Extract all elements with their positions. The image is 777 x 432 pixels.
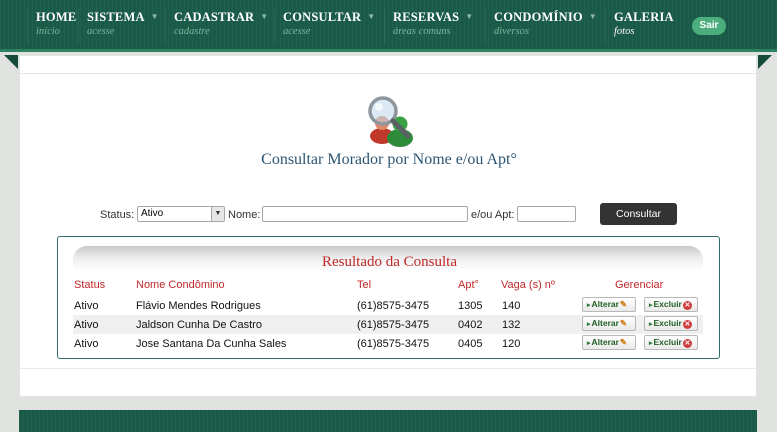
delete-x-icon: ✕	[682, 301, 692, 310]
delete-button-label: Excluir	[653, 318, 682, 328]
nav-home-subtitle: início	[36, 26, 60, 37]
cell-vaga: 120	[502, 338, 521, 350]
nav-home[interactable]: HOME início	[27, 9, 76, 43]
edit-button[interactable]: ▸Alterar✎	[582, 297, 636, 312]
cell-status: Ativo	[74, 319, 99, 331]
nav-consultar[interactable]: CONSULTAR ▼ acesse	[274, 9, 375, 43]
caret-down-icon: ▼	[367, 12, 376, 21]
table-row: Ativo Jose Santana Da Cunha Sales (61)85…	[73, 334, 703, 353]
name-label: Nome:	[228, 209, 261, 221]
cell-apt: 0405	[458, 338, 483, 350]
nav-condominio-title: CONDOMÍNIO	[494, 10, 583, 24]
delete-button-label: Excluir	[653, 337, 682, 347]
cell-name: Jaldson Cunha De Castro	[136, 319, 262, 331]
name-input[interactable]	[262, 206, 468, 222]
ribbon-fold-left	[4, 55, 18, 69]
top-navigation: HOME início SISTEMA ▼ acesse CADASTRAR ▼ c…	[0, 0, 777, 52]
status-label: Status:	[100, 209, 135, 221]
delete-x-icon: ✕	[682, 339, 692, 348]
edit-button[interactable]: ▸Alterar✎	[582, 335, 636, 350]
nav-condominio[interactable]: CONDOMÍNIO ▼ diversos	[485, 9, 597, 43]
nav-sistema-title: SISTEMA	[87, 10, 145, 24]
col-header-vaga: Vaga (s) nº	[501, 279, 555, 291]
content-panel: Consultar Morador por Nome e/ou Apt° Sta…	[19, 55, 757, 397]
nav-reservas-subtitle: áreas comuns	[393, 26, 451, 37]
nav-consultar-title: CONSULTAR	[283, 10, 362, 24]
arrow-right-icon: ▸	[587, 302, 591, 309]
delete-button[interactable]: ▸Excluir ✕	[644, 335, 698, 350]
cell-name: Jose Santana Da Cunha Sales	[136, 338, 287, 350]
delete-x-icon: ✕	[682, 320, 692, 329]
nav-reservas[interactable]: RESERVAS ▼ áreas comuns	[384, 9, 473, 43]
cell-apt: 0402	[458, 319, 483, 331]
pencil-icon: ✎	[619, 337, 628, 347]
arrow-right-icon: ▸	[649, 340, 653, 347]
cell-name: Flávio Mendes Rodrigues	[136, 300, 261, 312]
footer-bar	[19, 410, 757, 432]
caret-down-icon: ▼	[150, 12, 159, 21]
table-row: Ativo Jaldson Cunha De Castro (61)8575-3…	[73, 315, 703, 334]
cell-vaga: 132	[502, 319, 521, 331]
results-title: Resultado da Consulta	[322, 254, 457, 270]
page-title: Consultar Morador por Nome e/ou Apt°	[261, 151, 517, 168]
arrow-right-icon: ▸	[649, 302, 653, 309]
apt-input[interactable]	[517, 206, 576, 222]
cell-status: Ativo	[74, 300, 99, 312]
arrow-right-icon: ▸	[587, 340, 591, 347]
search-user-icon	[368, 96, 413, 147]
col-header-manage: Gerenciar	[615, 279, 664, 291]
col-header-status: Status	[74, 279, 106, 291]
status-select-value: Ativo	[141, 208, 164, 219]
caret-down-icon: ▼	[588, 12, 597, 21]
divider	[20, 73, 756, 74]
edit-button[interactable]: ▸Alterar✎	[582, 316, 636, 331]
edit-button-label: Alterar	[591, 337, 619, 347]
delete-button[interactable]: ▸Excluir ✕	[644, 297, 698, 312]
pencil-icon: ✎	[619, 299, 628, 309]
nav-condominio-subtitle: diversos	[494, 26, 529, 37]
nav-galeria[interactable]: GALERIA fotos	[605, 9, 674, 43]
cell-tel: (61)8575-3475	[357, 319, 430, 331]
nav-cadastrar[interactable]: CADASTRAR ▼ cadastre	[165, 9, 268, 43]
edit-button-label: Alterar	[591, 299, 619, 309]
nav-sistema-subtitle: acesse	[87, 26, 115, 37]
arrow-right-icon: ▸	[649, 321, 653, 328]
search-button[interactable]: Consultar	[600, 203, 677, 225]
nav-cadastrar-subtitle: cadastre	[174, 26, 210, 37]
nav-home-title: HOME	[36, 10, 77, 24]
delete-button-label: Excluir	[653, 299, 682, 309]
col-header-name: Nome Condômino	[136, 279, 225, 291]
cell-tel: (61)8575-3475	[357, 338, 430, 350]
cell-status: Ativo	[74, 338, 99, 350]
nav-reservas-title: RESERVAS	[393, 10, 460, 24]
nav-sistema[interactable]: SISTEMA ▼ acesse	[78, 9, 159, 43]
ribbon-fold-right	[758, 55, 772, 69]
col-header-tel: Tel	[357, 279, 372, 291]
nav-consultar-subtitle: acesse	[283, 26, 311, 37]
cell-tel: (61)8575-3475	[357, 300, 430, 312]
arrow-right-icon: ▸	[587, 321, 591, 328]
chevron-down-icon[interactable]: ▼	[211, 207, 224, 221]
delete-button[interactable]: ▸Excluir ✕	[644, 316, 698, 331]
status-select[interactable]: Ativo ▼	[137, 206, 225, 222]
results-box: Resultado da Consulta Status Nome Condôm…	[57, 236, 720, 359]
col-header-apt: Apt°	[458, 279, 479, 291]
cell-apt: 1305	[458, 300, 483, 312]
divider	[20, 368, 756, 369]
nav-cadastrar-title: CADASTRAR	[174, 10, 255, 24]
caret-down-icon: ▼	[260, 12, 269, 21]
pencil-icon: ✎	[619, 318, 628, 328]
nav-galeria-title: GALERIA	[614, 10, 674, 24]
table-row: Ativo Flávio Mendes Rodrigues (61)8575-3…	[73, 296, 703, 315]
edit-button-label: Alterar	[591, 318, 619, 328]
caret-down-icon: ▼	[465, 12, 474, 21]
logout-button[interactable]: Sair	[692, 17, 726, 35]
apt-label: e/ou Apt:	[471, 209, 515, 221]
nav-galeria-subtitle: fotos	[614, 26, 635, 37]
cell-vaga: 140	[502, 300, 521, 312]
